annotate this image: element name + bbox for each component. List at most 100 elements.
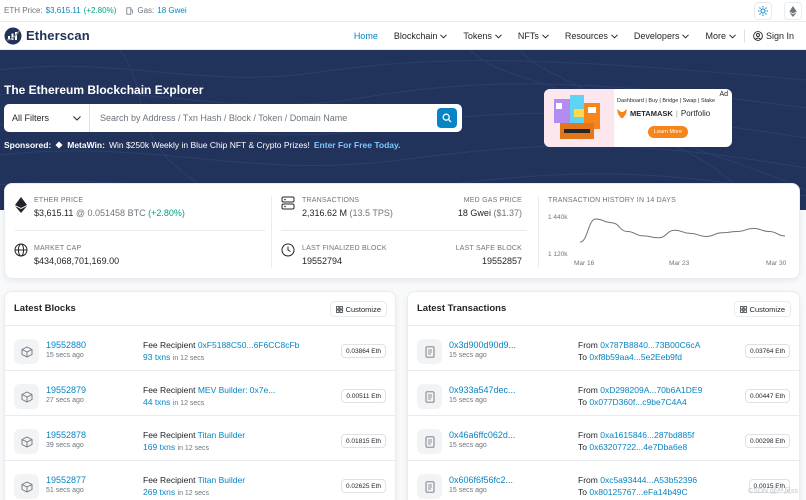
cube-icon [14,429,39,454]
ether-price-value: $3,615.11 @ 0.051458 BTC (+2.80%) [34,208,185,218]
cube-icon [14,384,39,409]
transaction-hash-link[interactable]: 0x3d900d90d9... [449,340,516,350]
cube-icon [14,474,39,499]
block-row: 19552880 15 secs ago Fee Recipient 0xF51… [5,326,395,371]
to-label: To [578,352,587,362]
block-row: 19552878 39 secs ago Fee Recipient Titan… [5,416,395,461]
to-label: To [578,487,587,497]
chart-title: TRANSACTION HISTORY IN 14 DAYS [548,197,677,204]
block-txns-link[interactable]: 44 txns [143,397,170,407]
chart-xtick-label: Mar 30 [766,260,787,267]
safe-block-value[interactable]: 19552857 [482,256,522,266]
transaction-history-chart[interactable] [580,210,785,258]
transaction-from: From 0xa1615846...287bd885f [578,430,694,440]
theme-toggle-button[interactable] [754,2,772,20]
med-gas-label: MED GAS PRICE [463,197,522,204]
nav-item-home[interactable]: Home [346,31,386,41]
block-txns-link[interactable]: 269 txns [143,487,175,497]
to-address-link[interactable]: 0xf8b59aa4...5e2Eeb9fd [589,352,682,362]
block-number-link[interactable]: 19552877 [46,475,86,485]
finalized-block-value[interactable]: 19552794 [302,256,342,266]
watermark: CSDN @严风ss [748,488,798,495]
from-address-link[interactable]: 0xa1615846...287bd885f [600,430,694,440]
sponsor-name: MetaWin: [67,140,105,150]
block-number-link[interactable]: 19552879 [46,385,86,395]
nav-item-tokens[interactable]: Tokens [455,31,510,41]
transactions-count: 2,316.62 M [302,208,348,218]
block-reward-badge: 0.02625 Eth [340,479,386,493]
ad-learn-more-button[interactable]: Learn More [648,126,688,138]
fee-recipient-link[interactable]: Titan Builder [198,430,245,440]
etherscan-logo[interactable]: Etherscan [4,27,90,45]
block-reward-badge: 0.00511 Eth [341,389,386,403]
clock-icon [281,243,295,257]
block-txns-time: in 12 secs [177,490,210,497]
ad-illustration [544,89,614,147]
chevron-down-icon [440,33,448,39]
fee-recipient-label: Fee Recipient [143,340,196,350]
customize-button[interactable]: Customize [733,301,791,317]
sponsored-label: Sponsored: [4,140,52,150]
chevron-down-icon [611,33,618,39]
from-label: From [578,430,598,440]
nav-item-nfts[interactable]: NFTs [510,31,557,41]
from-address-link[interactable]: 0x787B8840...73B00C6cA [600,340,700,350]
fox-icon [617,109,627,118]
filter-dropdown[interactable]: All Filters [4,104,90,132]
fee-recipient-link[interactable]: Titan Builder [198,475,245,485]
gas-value[interactable]: 18 Gwei [157,6,186,15]
fee-recipient: Fee Recipient Titan Builder [143,430,245,440]
block-txns-time: in 12 secs [172,400,205,407]
transaction-age: 15 secs ago [449,442,487,449]
transaction-hash-link[interactable]: 0x606f6f56fc2... [449,475,513,485]
transaction-row: 0x3d900d90d9... 15 secs ago From 0x787B8… [408,326,799,371]
nav-item-blockchain[interactable]: Blockchain [386,31,456,41]
server-icon [281,196,295,210]
eth-price-change: (+2.80%) [83,6,117,15]
search-icon [442,113,452,123]
block-txns-link[interactable]: 93 txns [143,352,170,362]
fee-recipient: Fee Recipient Titan Builder [143,475,245,485]
med-gas-value[interactable]: 18 Gwei ($1.37) [458,208,522,218]
filter-label: All Filters [12,113,50,123]
from-address-link[interactable]: 0xc5a93444...A53b52396 [600,475,697,485]
to-address-link[interactable]: 0x077D360f...c9be7C4A4 [589,397,686,407]
metamask-ad[interactable]: Ad Dashboard | Buy | Bridge | Swap | Sta… [544,89,732,147]
block-txns-link[interactable]: 169 txns [143,442,175,452]
chart-xtick-label: Mar 23 [669,260,690,267]
nav-item-more[interactable]: More [697,31,744,41]
sign-in-link[interactable]: Sign In [745,31,794,41]
transaction-from: From 0xD298209A...70b6A1DE9 [578,385,702,395]
panel-header: Latest Transactions Customize [408,292,799,326]
panel-header: Latest Blocks Customize [5,292,395,326]
metawin-icon [55,141,63,149]
nav-item-resources[interactable]: Resources [557,31,626,41]
transaction-to: To 0x80125767...eFa14b49C [578,487,688,497]
user-circle-icon [753,31,763,41]
from-address-link[interactable]: 0xD298209A...70b6A1DE9 [600,385,702,395]
nav-item-developers[interactable]: Developers [626,31,698,41]
search-input[interactable] [90,104,437,132]
transaction-hash-link[interactable]: 0x933a547dec... [449,385,516,395]
finalized-block-label: LAST FINALIZED BLOCK [302,245,387,252]
to-address-link[interactable]: 0x80125767...eFa14b49C [589,487,687,497]
fee-recipient-link[interactable]: MEV Builder: 0x7e... [198,385,275,395]
ether-price-change: (+2.80%) [148,208,185,218]
fee-recipient: Fee Recipient MEV Builder: 0x7e... [143,385,275,395]
search-button[interactable] [437,108,457,128]
network-switch-button[interactable] [784,2,802,20]
block-number-link[interactable]: 19552878 [46,430,86,440]
block-number-link[interactable]: 19552880 [46,340,86,350]
customize-button[interactable]: Customize [329,301,387,317]
transaction-value-badge: 0.00447 Eth [744,389,790,403]
latest-blocks-panel: Latest Blocks Customize 19552880 15 secs… [4,291,396,500]
transactions-value[interactable]: 2,316.62 M (13.5 TPS) [302,208,393,218]
fee-recipient-link[interactable]: 0xF5188C50...6F6CC8cFb [198,340,300,350]
stats-divider [538,196,539,268]
sponsor-cta-link[interactable]: Enter For Free Today. [314,140,401,150]
transaction-hash-link[interactable]: 0x46a6ffc062d... [449,430,515,440]
market-cap-label: MARKET CAP [34,245,82,252]
to-address-link[interactable]: 0x63207722...4e7Dba6e8 [589,442,687,452]
block-row: 19552877 51 secs ago Fee Recipient Titan… [5,461,395,500]
eth-price-value[interactable]: $3,615.11 [46,6,81,15]
